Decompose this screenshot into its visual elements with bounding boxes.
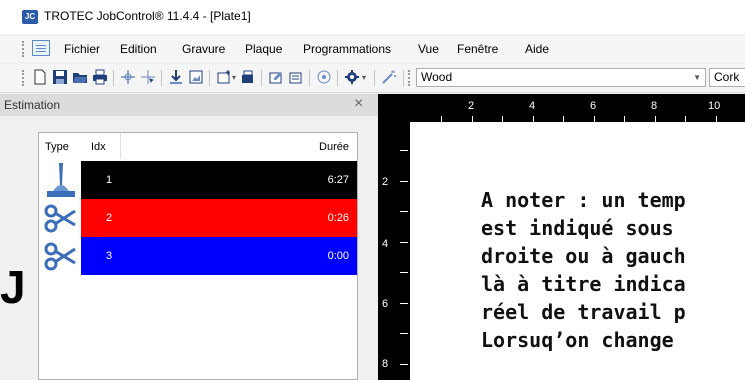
ruler-tick-label: 2 bbox=[382, 176, 389, 188]
panel-title: Estimation bbox=[4, 98, 61, 112]
ruler-tick-label: 4 bbox=[382, 238, 389, 250]
canvas-text-line: réel de travail p bbox=[481, 300, 686, 324]
app-logo-icon: JC bbox=[22, 10, 38, 24]
column-divider[interactable] bbox=[120, 133, 121, 159]
row-duration: 0:00 bbox=[327, 250, 349, 262]
scissors-icon bbox=[41, 237, 81, 275]
toolbar-grip-icon[interactable] bbox=[408, 70, 414, 86]
row-index: 1 bbox=[106, 174, 113, 186]
toolbar-separator bbox=[309, 70, 310, 86]
menu-fenetre[interactable]: Fenêtre bbox=[457, 42, 498, 56]
toolbar-separator bbox=[161, 70, 162, 86]
ruler-tick bbox=[400, 181, 408, 182]
ruler-tick bbox=[400, 364, 408, 365]
ruler-tick-label: 4 bbox=[529, 100, 536, 112]
dropdown-arrow-icon[interactable]: ▾ bbox=[362, 73, 378, 89]
menu-plaque[interactable]: Plaque bbox=[245, 42, 282, 56]
menu-fichier[interactable]: Fichier bbox=[64, 42, 100, 56]
material-group-value: Wood bbox=[421, 70, 453, 84]
canvas-text-line: est indiqué sous bbox=[481, 216, 674, 240]
vertical-ruler[interactable]: 2 4 6 8 bbox=[378, 122, 410, 380]
toolbar-separator bbox=[209, 70, 210, 86]
laser-settings-gear-icon[interactable] bbox=[344, 69, 360, 85]
horizontal-ruler[interactable]: 2 4 6 8 10 bbox=[378, 94, 745, 122]
canvas-text-line: Lorsuq’on change bbox=[481, 328, 674, 352]
material-group-select[interactable]: Wood ▼ bbox=[416, 68, 706, 87]
plate-align-icon[interactable] bbox=[288, 69, 304, 85]
ruler-tick-label: 8 bbox=[651, 100, 658, 112]
ruler-tick-label: 8 bbox=[382, 358, 389, 370]
title-bar: JC TROTEC JobControl® 11.4.4 - [Plate1] bbox=[0, 0, 745, 34]
laser-icon bbox=[41, 161, 81, 199]
row-color-fill bbox=[81, 237, 357, 275]
ruler-tick-label: 6 bbox=[590, 100, 597, 112]
ruler-tick bbox=[400, 242, 408, 243]
ruler-tick bbox=[400, 272, 408, 273]
job-image-icon[interactable] bbox=[188, 69, 204, 85]
table-row[interactable]: 1 6:27 bbox=[41, 161, 357, 199]
estimation-panel: Estimation × Type Idx Durée 1 6:27 2 0:2… bbox=[0, 94, 378, 380]
menu-edition[interactable]: Edition bbox=[120, 42, 157, 56]
canvas-text-line: A noter : un temp bbox=[481, 188, 686, 212]
menu-bar: Fichier Edition Gravure Plaque Programma… bbox=[0, 36, 745, 62]
pointer-position-icon[interactable] bbox=[140, 69, 156, 85]
row-duration: 6:27 bbox=[327, 174, 349, 186]
plate-settings-icon[interactable] bbox=[240, 69, 256, 85]
edit-plate-icon[interactable] bbox=[268, 69, 284, 85]
column-header-duration[interactable]: Durée bbox=[319, 141, 349, 153]
toolbar-separator bbox=[403, 70, 404, 86]
toolbar-separator bbox=[113, 70, 114, 86]
ruler-tick-label: 10 bbox=[708, 100, 721, 112]
canvas-note-text: A noter : un temp est indiqué sous droit… bbox=[481, 186, 686, 354]
print-icon[interactable] bbox=[92, 69, 108, 85]
menu-grip-icon[interactable] bbox=[22, 41, 28, 57]
ruler-tick bbox=[400, 211, 408, 212]
column-header-idx[interactable]: Idx bbox=[91, 141, 106, 153]
document-system-menu-icon[interactable] bbox=[32, 40, 50, 56]
magic-wand-icon[interactable] bbox=[381, 69, 397, 85]
download-job-icon[interactable] bbox=[168, 69, 184, 85]
menu-gravure[interactable]: Gravure bbox=[182, 42, 225, 56]
column-header-type[interactable]: Type bbox=[45, 141, 69, 153]
new-file-icon[interactable] bbox=[32, 69, 48, 85]
estimation-table: Type Idx Durée 1 6:27 2 0:26 3 0:00 bbox=[38, 132, 358, 380]
crosshair-icon[interactable] bbox=[120, 69, 136, 85]
toolbar-grip-icon[interactable] bbox=[22, 70, 28, 86]
close-icon[interactable]: × bbox=[354, 95, 363, 113]
table-row[interactable]: 3 0:00 bbox=[41, 237, 357, 275]
ruler-tick bbox=[400, 303, 408, 304]
ruler-tick bbox=[400, 333, 408, 334]
menu-programmations[interactable]: Programmations bbox=[303, 42, 391, 56]
row-color-fill bbox=[81, 199, 357, 237]
row-index: 2 bbox=[106, 212, 113, 224]
ruler-tick-label: 2 bbox=[468, 100, 475, 112]
table-row[interactable]: 2 0:26 bbox=[41, 199, 357, 237]
toolbar-separator bbox=[374, 70, 375, 86]
row-duration: 0:26 bbox=[327, 212, 349, 224]
canvas-text-line: là à titre indica bbox=[481, 272, 686, 296]
chevron-down-icon[interactable]: ▼ bbox=[693, 69, 701, 86]
ruler-tick-label: 6 bbox=[382, 298, 389, 310]
material-select[interactable]: Cork bbox=[709, 68, 745, 87]
panel-header: Estimation × bbox=[0, 94, 378, 116]
material-value: Cork bbox=[714, 70, 740, 84]
toolbar-separator bbox=[337, 70, 338, 86]
new-plate-icon[interactable] bbox=[216, 69, 232, 85]
toolbar: ▾ ▾ Wood ▼ Cork bbox=[0, 64, 745, 93]
overlay-letter: J bbox=[0, 261, 26, 313]
ruler-tick bbox=[400, 150, 408, 151]
row-color-fill bbox=[81, 161, 357, 199]
plate-canvas[interactable]: A noter : un temp est indiqué sous droit… bbox=[410, 122, 745, 380]
toolbar-separator bbox=[261, 70, 262, 86]
window-title: TROTEC JobControl® 11.4.4 - [Plate1] bbox=[44, 9, 251, 23]
canvas-text-line: droite ou à gauch bbox=[481, 244, 686, 268]
open-folder-icon[interactable] bbox=[72, 69, 88, 85]
pointer-light-icon[interactable] bbox=[316, 69, 332, 85]
menu-aide[interactable]: Aide bbox=[525, 42, 549, 56]
row-index: 3 bbox=[106, 250, 113, 262]
scissors-icon bbox=[41, 199, 81, 237]
save-icon[interactable] bbox=[52, 69, 68, 85]
menu-vue[interactable]: Vue bbox=[418, 42, 439, 56]
